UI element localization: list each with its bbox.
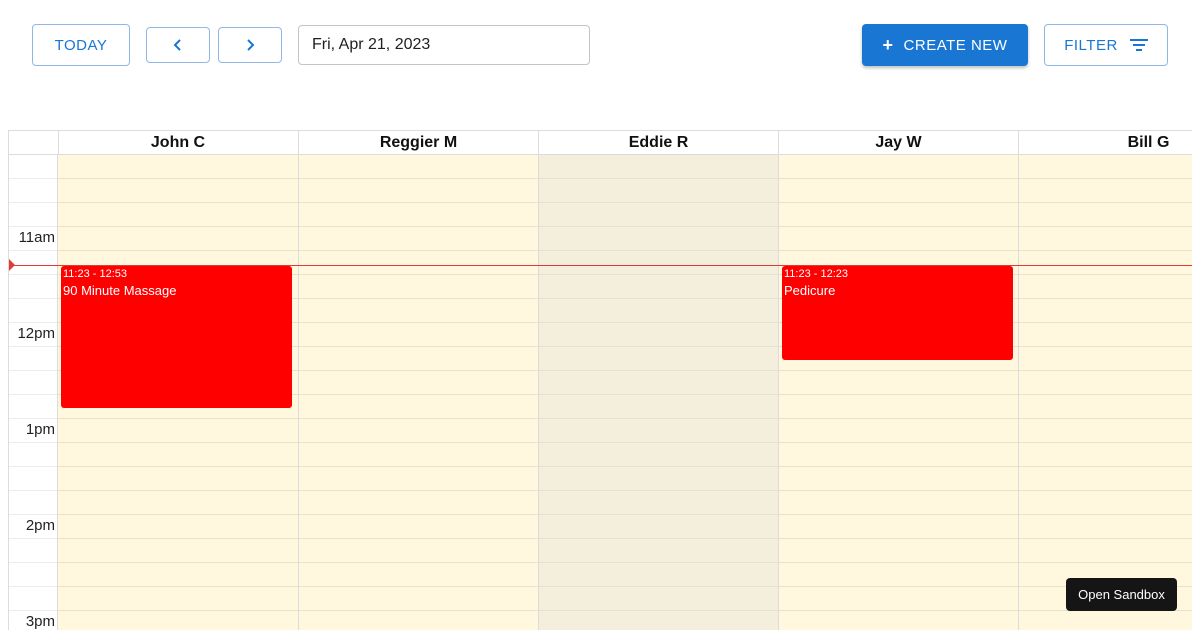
appointment-event[interactable]: 11:23 - 12:23 Pedicure (782, 266, 1013, 360)
time-gutter: 11am 12pm 1pm 2pm 3pm (9, 155, 58, 630)
chevron-left-icon (173, 39, 181, 51)
time-label: 12pm (9, 325, 55, 343)
date-picker-input[interactable] (298, 25, 590, 65)
today-button-label: TODAY (54, 36, 108, 54)
next-day-button[interactable] (218, 27, 282, 63)
previous-day-button[interactable] (146, 27, 210, 63)
resource-column-bill-g[interactable] (1019, 155, 1192, 630)
event-time: 11:23 - 12:53 (63, 268, 128, 280)
resource-header-bill-g: Bill G (1019, 131, 1192, 155)
resource-header-reggier-m: Reggier M (299, 131, 539, 155)
time-label: 2pm (9, 517, 55, 535)
resource-day-calendar: 11am 12pm 1pm 2pm 3pm John C Reggier M E… (8, 130, 1192, 630)
resource-column-jay-w[interactable] (779, 155, 1019, 630)
resource-column-eddie-r[interactable] (539, 155, 779, 630)
resource-column-reggier-m[interactable] (299, 155, 539, 630)
resource-header-jay-w: Jay W (779, 131, 1019, 155)
current-time-marker (9, 259, 15, 271)
open-sandbox-button[interactable]: Open Sandbox (1066, 578, 1177, 611)
filter-icon (1129, 39, 1148, 51)
plus-icon: + (882, 34, 894, 55)
filter-button[interactable]: FILTER (1044, 24, 1168, 66)
time-label: 1pm (9, 421, 55, 439)
event-title: Pedicure (784, 283, 836, 298)
event-time: 11:23 - 12:23 (784, 268, 849, 280)
time-label: 11am (9, 229, 55, 247)
time-label: 3pm (9, 613, 55, 630)
create-new-button[interactable]: + CREATE NEW (862, 24, 1028, 66)
today-button[interactable]: TODAY (32, 24, 130, 66)
filter-label: FILTER (1064, 36, 1118, 54)
open-sandbox-label: Open Sandbox (1078, 587, 1165, 602)
resource-header-eddie-r: Eddie R (539, 131, 779, 155)
gutter-header (9, 131, 59, 155)
event-title: 90 Minute Massage (63, 283, 177, 298)
create-new-label: CREATE NEW (903, 36, 1008, 54)
resource-header-row: John C Reggier M Eddie R Jay W Bill G (9, 131, 1192, 155)
chevron-right-icon (247, 39, 255, 51)
appointment-event[interactable]: 11:23 - 12:53 90 Minute Massage (61, 266, 292, 408)
resource-header-john-c: John C (58, 131, 299, 155)
